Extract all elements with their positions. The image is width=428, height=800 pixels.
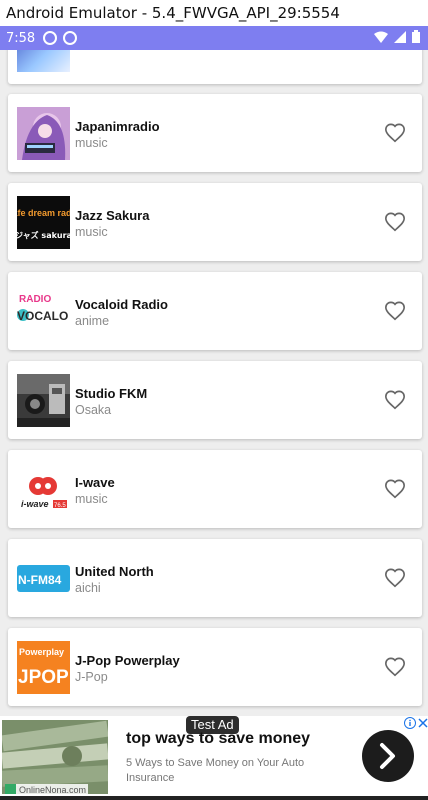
station-card-partial[interactable] <box>8 50 422 84</box>
station-genre: music <box>75 225 108 239</box>
favorite-heart-icon[interactable] <box>384 211 406 233</box>
station-card-jazz-sakura[interactable]: cafe dream radio ジャズ sakura Jazz Sakura … <box>8 183 422 261</box>
ad-close-icon[interactable] <box>418 718 428 728</box>
station-genre: music <box>75 136 108 150</box>
station-genre: anime <box>75 314 110 328</box>
jpop-logo-top: Powerplay <box>19 647 64 657</box>
station-card-japanimradio[interactable]: Japanimradio music <box>8 94 422 172</box>
favorite-heart-icon[interactable] <box>384 122 406 144</box>
ad-open-button[interactable] <box>362 730 414 782</box>
ad-source-text: OnlineNona.com <box>19 784 87 795</box>
station-thumbnail: Powerplay JPOP <box>17 641 70 694</box>
station-thumbnail <box>17 107 70 160</box>
station-card-united-north[interactable]: N-FM84 United North aichi <box>8 539 422 617</box>
ad-info-icon[interactable] <box>404 717 416 729</box>
jpop-logo-main: JPOP <box>18 667 69 688</box>
station-list[interactable]: Japanimradio music cafe dream radio ジャズ … <box>0 50 428 716</box>
ad-image[interactable]: OnlineNona.com <box>2 720 108 794</box>
favorite-heart-icon[interactable] <box>384 300 406 322</box>
station-name: Studio FKM <box>75 386 148 401</box>
window-title: Android Emulator - 5.4_FWVGA_API_29:5554 <box>0 0 428 26</box>
jazz-logo-top: cafe dream radio <box>17 208 70 218</box>
station-card-vocaloid-radio[interactable]: RADIO VOCALO Vocaloid Radio anime <box>8 272 422 350</box>
station-name: Japanimradio <box>75 119 160 134</box>
ad-description[interactable]: 5 Ways to Save Money on Your Auto Insura… <box>126 756 341 786</box>
nfm-logo-text: N-FM84 <box>18 573 62 587</box>
station-thumbnail <box>17 50 70 72</box>
station-thumbnail <box>17 374 70 427</box>
station-genre: Osaka <box>75 403 112 417</box>
signal-icon <box>394 30 406 43</box>
wifi-icon <box>374 31 388 43</box>
station-card-i-wave[interactable]: i-wave 76.5 I-wave music <box>8 450 422 528</box>
station-name: I-wave <box>75 475 115 490</box>
station-genre: aichi <box>75 581 101 595</box>
ad-banner[interactable]: OnlineNona.com Test Ad top ways to save … <box>0 716 428 800</box>
station-thumbnail: RADIO VOCALO <box>17 285 70 338</box>
jazz-logo-bottom: ジャズ sakura <box>17 230 70 240</box>
vocaloid-logo-top: RADIO <box>19 294 51 305</box>
navigation-bar <box>0 796 428 800</box>
station-genre: J-Pop <box>75 670 108 684</box>
station-name: J-Pop Powerplay <box>75 653 180 668</box>
station-genre: music <box>75 492 108 506</box>
status-bar: 7:58 <box>0 26 428 50</box>
station-card-jpop-powerplay[interactable]: Powerplay JPOP J-Pop Powerplay J-Pop <box>8 628 422 706</box>
notification-icon <box>43 31 58 45</box>
favorite-heart-icon[interactable] <box>384 389 406 411</box>
arrow-right-icon <box>380 743 395 769</box>
station-name: Jazz Sakura <box>75 208 150 223</box>
station-card-studio-fkm[interactable]: Studio FKM Osaka <box>8 361 422 439</box>
iwave-logo-text: i-wave <box>21 499 49 509</box>
favorite-heart-icon[interactable] <box>384 567 406 589</box>
ad-title[interactable]: top ways to save money <box>126 730 310 748</box>
station-thumbnail: N-FM84 <box>17 552 70 605</box>
station-thumbnail: cafe dream radio ジャズ sakura <box>17 196 70 249</box>
station-name: Vocaloid Radio <box>75 297 168 312</box>
site-favicon-icon <box>5 784 16 794</box>
iwave-frequency: 76.5 <box>54 503 66 509</box>
favorite-heart-icon[interactable] <box>384 478 406 500</box>
sync-icon <box>63 31 78 45</box>
station-name: United North <box>75 564 154 579</box>
ad-source: OnlineNona.com <box>5 784 89 795</box>
vocaloid-logo: VOCALO <box>17 309 68 323</box>
favorite-heart-icon[interactable] <box>384 656 406 678</box>
status-time: 7:58 <box>6 30 36 46</box>
station-thumbnail: i-wave 76.5 <box>17 463 70 516</box>
battery-icon <box>412 30 420 43</box>
